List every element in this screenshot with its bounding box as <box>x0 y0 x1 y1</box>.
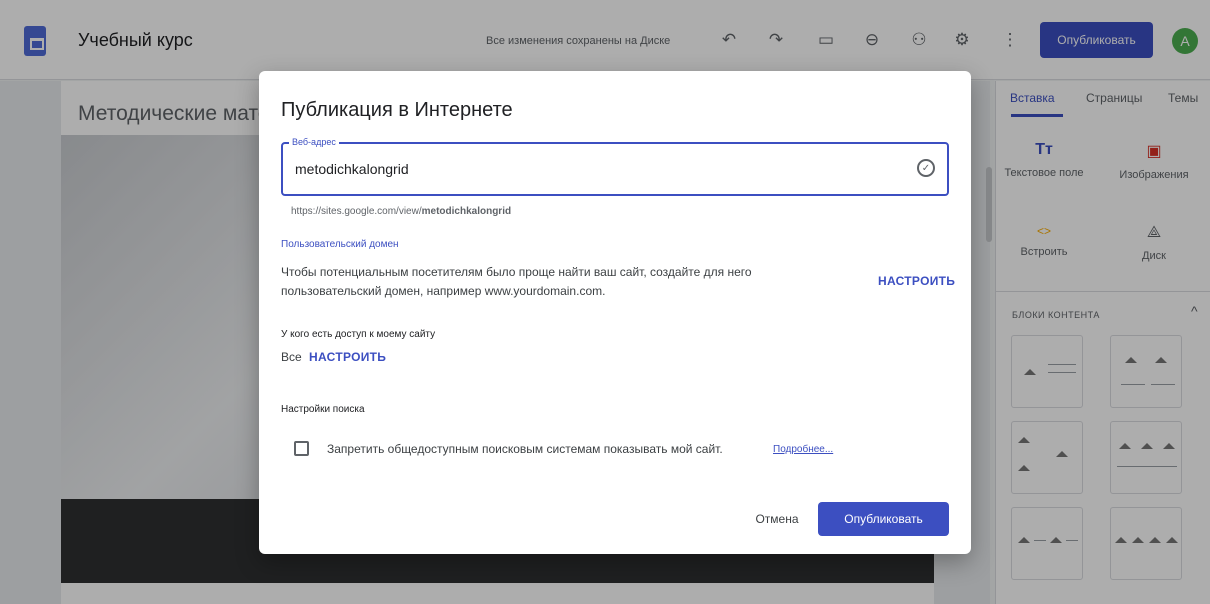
publish-button[interactable]: Опубликовать <box>818 502 949 536</box>
publish-dialog: Публикация в Интернете Веб-адрес ✓ https… <box>259 71 971 554</box>
access-setup-button[interactable]: НАСТРОИТЬ <box>309 350 386 364</box>
dialog-title: Публикация в Интернете <box>281 99 513 121</box>
access-title: У кого есть доступ к моему сайту <box>281 329 436 340</box>
web-address-field[interactable]: Веб-адрес ✓ <box>281 137 949 196</box>
url-preview: https://sites.google.com/view/metodichka… <box>291 206 511 217</box>
custom-domain-description: Чтобы потенциальным посетителям было про… <box>281 265 752 298</box>
custom-domain-setup-button[interactable]: НАСТРОИТЬ <box>878 274 955 288</box>
cancel-button[interactable]: Отмена <box>737 502 817 536</box>
url-prefix: https://sites.google.com/view/ <box>291 206 422 217</box>
web-address-label: Веб-адрес <box>289 137 339 147</box>
check-circle-icon: ✓ <box>917 159 935 177</box>
web-address-input[interactable] <box>295 158 895 180</box>
access-row: Все НАСТРОИТЬ <box>281 350 386 364</box>
url-slug: metodichkalongrid <box>421 206 512 217</box>
hide-from-search-label[interactable]: Запретить общедоступным поисковым систем… <box>327 442 723 456</box>
hide-from-search-checkbox[interactable] <box>294 441 309 456</box>
custom-domain-title: Пользовательский домен <box>281 239 399 250</box>
search-settings-title: Настройки поиска <box>281 404 365 415</box>
access-value: Все <box>281 350 302 364</box>
learn-more-link[interactable]: Подробнее... <box>773 444 833 455</box>
